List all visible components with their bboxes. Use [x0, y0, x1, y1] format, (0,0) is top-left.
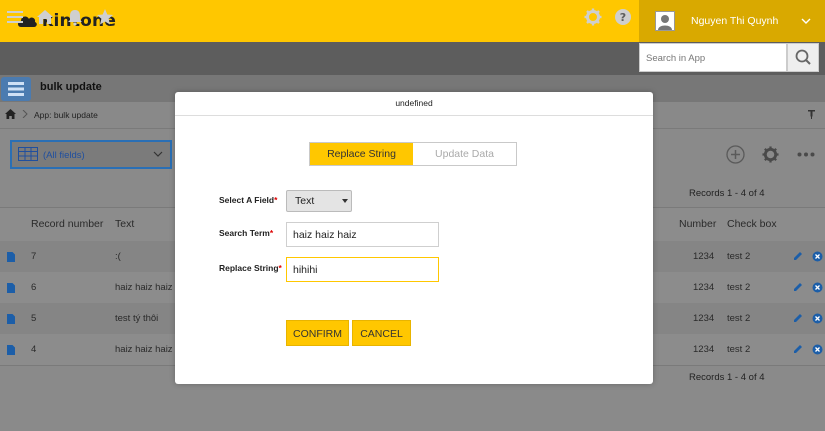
- app-list-icon: [8, 82, 24, 96]
- mode-tabs: Replace String Update Data: [309, 142, 517, 166]
- chevron-down-icon[interactable]: [801, 16, 811, 26]
- dropdown-arrow-icon: [342, 199, 348, 203]
- delete-icon[interactable]: [812, 282, 823, 293]
- help-icon[interactable]: ?: [614, 8, 632, 26]
- replace-string-label: Replace String*: [219, 263, 282, 273]
- replace-string-input[interactable]: [286, 257, 439, 282]
- cell-number: 1234: [693, 282, 715, 293]
- tab-update-data[interactable]: Update Data: [413, 143, 516, 165]
- field-select-value: Text: [295, 195, 315, 207]
- cell-number: 1234: [693, 313, 715, 324]
- bell-icon[interactable]: [66, 8, 84, 26]
- cell-check-box: test 2: [727, 313, 751, 324]
- column-header-check-box[interactable]: Check box: [727, 218, 777, 230]
- breadcrumb-app-link[interactable]: App: bulk update: [34, 110, 98, 120]
- dialog-title: undefined: [175, 92, 653, 116]
- pencil-icon[interactable]: [793, 344, 803, 354]
- cell-record-number: 5: [31, 313, 37, 324]
- pencil-icon[interactable]: [793, 251, 803, 261]
- record-detail-icon[interactable]: [7, 314, 15, 324]
- user-name: Nguyen Thi Quynh: [691, 15, 779, 27]
- pencil-icon[interactable]: [793, 282, 803, 292]
- tab-replace-string[interactable]: Replace String: [310, 143, 413, 165]
- settings-icon[interactable]: [762, 146, 779, 163]
- column-header-text[interactable]: Text: [115, 218, 134, 230]
- app-icon[interactable]: [1, 77, 31, 101]
- cell-number: 1234: [693, 344, 715, 355]
- user-menu[interactable]: Nguyen Thi Quynh: [639, 0, 825, 42]
- cell-text: haiz haiz haiz: [115, 282, 173, 293]
- table-view-icon: [18, 147, 38, 161]
- delete-icon[interactable]: [812, 251, 823, 262]
- cell-record-number: 4: [31, 344, 37, 355]
- confirm-button[interactable]: CONFIRM: [286, 320, 349, 346]
- app-name: bulk update: [40, 81, 102, 93]
- cell-text: test tý thôi: [115, 313, 159, 324]
- required-mark: *: [269, 228, 274, 238]
- cancel-button[interactable]: CANCEL: [352, 320, 411, 346]
- home-breadcrumb-icon[interactable]: [5, 109, 16, 119]
- column-header-record-number[interactable]: Record number: [31, 218, 103, 230]
- gear-icon[interactable]: [584, 8, 602, 26]
- bulk-update-dialog: undefined Replace String Update Data Sel…: [175, 92, 653, 384]
- delete-icon[interactable]: [812, 313, 823, 324]
- star-icon[interactable]: [96, 8, 114, 26]
- cell-check-box: test 2: [727, 251, 751, 262]
- records-count-top: Records 1 - 4 of 4: [689, 188, 765, 199]
- chevron-down-icon: [153, 151, 163, 157]
- cell-record-number: 6: [31, 282, 37, 293]
- cell-text: :(: [115, 251, 121, 262]
- pencil-icon[interactable]: [793, 313, 803, 323]
- more-options-icon[interactable]: [797, 152, 815, 157]
- required-mark: *: [278, 263, 282, 273]
- cell-check-box: test 2: [727, 282, 751, 293]
- column-header-number[interactable]: Number: [679, 218, 716, 230]
- search-box: [639, 43, 788, 72]
- record-detail-icon[interactable]: [7, 283, 15, 293]
- required-mark: *: [274, 195, 278, 205]
- user-avatar-icon: [658, 15, 672, 30]
- svg-text:?: ?: [620, 11, 626, 24]
- hamburger-menu-icon[interactable]: [6, 8, 24, 26]
- cell-text: haiz haiz haiz: [115, 344, 173, 355]
- page-background: [0, 389, 825, 431]
- view-selected-label: (All fields): [43, 150, 85, 161]
- field-select[interactable]: Text: [286, 190, 352, 212]
- search-button[interactable]: [787, 43, 819, 72]
- home-icon[interactable]: [36, 8, 54, 26]
- record-detail-icon[interactable]: [7, 252, 15, 262]
- search-icon: [795, 49, 811, 65]
- select-field-label: Select A Field*: [219, 195, 278, 205]
- delete-icon[interactable]: [812, 344, 823, 355]
- chevron-right-icon: [22, 110, 28, 118]
- cell-record-number: 7: [31, 251, 37, 262]
- search-input[interactable]: [644, 44, 788, 72]
- search-term-label: Search Term*: [219, 228, 274, 238]
- search-term-input[interactable]: [286, 222, 439, 247]
- avatar: [655, 11, 675, 31]
- record-detail-icon[interactable]: [7, 345, 15, 355]
- add-record-icon[interactable]: [726, 145, 745, 164]
- cell-number: 1234: [693, 251, 715, 262]
- records-count-bottom: Records 1 - 4 of 4: [689, 372, 765, 383]
- cell-check-box: test 2: [727, 344, 751, 355]
- pin-icon[interactable]: [808, 110, 815, 119]
